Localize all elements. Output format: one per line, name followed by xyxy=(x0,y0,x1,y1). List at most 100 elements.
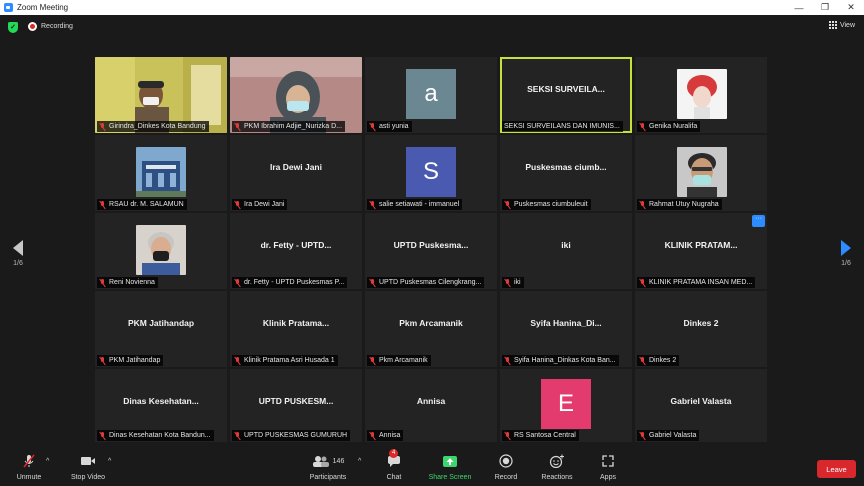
participant-tile[interactable]: RSAU dr. M. SALAMUN xyxy=(95,135,227,211)
participant-name-label: asti yunia xyxy=(367,121,412,132)
arrow-right-icon xyxy=(841,240,851,256)
participant-display-name: PKM Jatihandap xyxy=(127,318,195,328)
participant-tile-active-speaker[interactable]: SEKSI SURVEILA... SEKSI SURVEILANS DAN I… xyxy=(500,57,632,133)
window-title: Zoom Meeting xyxy=(17,3,69,12)
participant-name-label: Syifa Hanina_Dinkas Kota Ban... xyxy=(502,355,619,366)
participant-tile[interactable]: Dinkes 2 Dinkes 2 xyxy=(635,291,767,367)
recording-indicator[interactable]: Recording xyxy=(28,22,73,31)
record-icon xyxy=(492,454,520,468)
mic-muted-icon xyxy=(369,356,376,365)
next-page-button[interactable]: 1/6 xyxy=(838,240,854,267)
smiley-plus-icon xyxy=(538,454,576,468)
participants-button[interactable]: 146 Participants xyxy=(306,454,350,481)
mic-muted-icon xyxy=(639,122,646,131)
participant-tile[interactable]: Dinas Kesehatan... Dinas Kesehatan Kota … xyxy=(95,369,227,442)
participant-tile[interactable]: dr. Fetty - UPTD... dr. Fetty - UPTD Pus… xyxy=(230,213,362,289)
participant-profile-picture xyxy=(136,225,186,275)
audio-options-caret[interactable]: ^ xyxy=(46,458,49,465)
window-controls: — ❐ ✕ xyxy=(786,0,864,15)
participant-tile[interactable]: UPTD PUSKESM... UPTD PUSKESMAS GUMURUH xyxy=(230,369,362,442)
participant-display-name: KLINIK PRATAM... xyxy=(664,240,738,250)
participant-tile[interactable]: a asti yunia xyxy=(365,57,497,133)
participant-tile[interactable]: Puskesmas ciumb... Puskesmas ciumbuleuit xyxy=(500,135,632,211)
more-options-button[interactable]: ··· xyxy=(752,215,765,227)
participant-name-label: Gabriel Valasta xyxy=(637,430,700,441)
maximize-button[interactable]: ❐ xyxy=(812,0,838,15)
participants-icon: 146 xyxy=(306,454,350,468)
participant-tile[interactable]: Gabriel Valasta Gabriel Valasta xyxy=(635,369,767,442)
participant-tile[interactable]: ··· KLINIK PRATAM... KLINIK PRATAMA INSA… xyxy=(635,213,767,289)
participants-options-caret[interactable]: ^ xyxy=(358,458,361,465)
participant-tile[interactable]: Klinik Pratama... Klinik Pratama Asri Hu… xyxy=(230,291,362,367)
participant-tile[interactable]: Girindra_Dinkes Kota Bandung xyxy=(95,57,227,133)
chat-button[interactable]: 4 Chat xyxy=(380,449,408,481)
mic-muted-icon xyxy=(504,431,511,440)
encryption-shield-icon[interactable]: ✓ xyxy=(8,22,18,33)
participants-count: 146 xyxy=(332,457,345,465)
participant-name-label: Girindra_Dinkes Kota Bandung xyxy=(97,121,209,132)
participant-display-name: Puskesmas ciumb... xyxy=(525,162,607,172)
view-button[interactable]: View xyxy=(828,21,855,29)
participant-display-name: UPTD Puskesma... xyxy=(393,240,469,250)
apps-button[interactable]: Apps xyxy=(594,454,622,481)
mic-muted-icon xyxy=(369,278,376,287)
participant-tile[interactable]: Syifa Hanina_Di... Syifa Hanina_Dinkas K… xyxy=(500,291,632,367)
participant-tile[interactable]: E RS Santosa Central xyxy=(500,369,632,442)
unmute-button[interactable]: Unmute xyxy=(12,454,46,481)
participant-tile[interactable]: Reni Novienna xyxy=(95,213,227,289)
video-options-caret[interactable]: ^ xyxy=(108,458,111,465)
participant-name-label: UPTD Puskesmas Cilengkrang... xyxy=(367,277,485,288)
participant-tile[interactable]: Pkm Arcamanik Pkm Arcamanik xyxy=(365,291,497,367)
participant-tile[interactable]: S salie setiawati - immanuel xyxy=(365,135,497,211)
participant-name-label: iki xyxy=(502,277,524,288)
participant-display-name: iki xyxy=(561,240,571,250)
mic-muted-icon xyxy=(234,200,241,209)
video-camera-icon xyxy=(68,454,108,468)
participant-tile[interactable]: UPTD Puskesma... UPTD Puskesmas Cilengkr… xyxy=(365,213,497,289)
previous-page-button[interactable]: 1/6 xyxy=(10,240,26,267)
participant-display-name: Klinik Pratama... xyxy=(262,318,330,328)
record-button[interactable]: Record xyxy=(492,454,520,481)
participant-tile[interactable]: iki iki xyxy=(500,213,632,289)
participant-name-label: SEKSI SURVEILANS DAN IMUNIS... xyxy=(502,121,623,132)
page-indicator-right: 1/6 xyxy=(841,260,851,267)
participant-display-name: Syifa Hanina_Di... xyxy=(530,318,602,328)
mic-muted-icon xyxy=(504,356,511,365)
participant-tile[interactable]: Genika Nuralifa xyxy=(635,57,767,133)
share-screen-button[interactable]: Share Screen xyxy=(426,454,474,481)
reactions-button[interactable]: Reactions xyxy=(538,454,576,481)
mic-muted-icon xyxy=(99,278,106,287)
participant-display-name: dr. Fetty - UPTD... xyxy=(260,240,332,250)
participant-display-name: Pkm Arcamanik xyxy=(399,318,463,328)
apps-icon xyxy=(594,454,622,468)
participant-name-label: Pkm Arcamanik xyxy=(367,355,431,366)
participant-name-label: Genika Nuralifa xyxy=(637,121,701,132)
participant-tile[interactable]: Ira Dewi Jani Ira Dewi Jani xyxy=(230,135,362,211)
participant-tile[interactable]: Annisa Annisa xyxy=(365,369,497,442)
microphone-muted-icon xyxy=(12,454,46,468)
mic-muted-icon xyxy=(369,122,376,131)
stop-video-button[interactable]: Stop Video xyxy=(68,454,108,481)
participant-tile[interactable]: PKM Jatihandap PKM Jatihandap xyxy=(95,291,227,367)
participant-profile-picture xyxy=(677,69,727,119)
participant-tile[interactable]: PKM Ibrahim Adjie_Nurizka D... xyxy=(230,57,362,133)
zoom-meeting-window: Zoom Meeting — ❐ ✕ ✓ Recording View 1/6 … xyxy=(0,0,864,486)
participants-label: Participants xyxy=(309,474,347,481)
participant-name-label: Rahmat Utuy Nugraha xyxy=(637,199,722,210)
participant-name-label: RSAU dr. M. SALAMUN xyxy=(97,199,187,210)
minimize-button[interactable]: — xyxy=(786,0,812,15)
participant-tile[interactable]: Rahmat Utuy Nugraha xyxy=(635,135,767,211)
close-button[interactable]: ✕ xyxy=(838,0,864,15)
chat-label: Chat xyxy=(386,474,402,481)
view-label: View xyxy=(839,21,855,29)
mic-muted-icon xyxy=(504,278,511,287)
participant-avatar: a xyxy=(406,69,456,119)
mic-muted-icon xyxy=(639,200,646,209)
participant-name-label: RS Santosa Central xyxy=(502,430,579,441)
meeting-toolbar: Unmute ^ Stop Video ^ 146 Participants ^… xyxy=(0,444,864,486)
leave-button[interactable]: Leave xyxy=(817,460,856,478)
meeting-top-strip: ✓ Recording View xyxy=(0,15,864,41)
participant-avatar: E xyxy=(541,379,591,429)
participant-display-name: Dinas Kesehatan... xyxy=(123,396,199,406)
record-label: Record xyxy=(494,474,518,481)
